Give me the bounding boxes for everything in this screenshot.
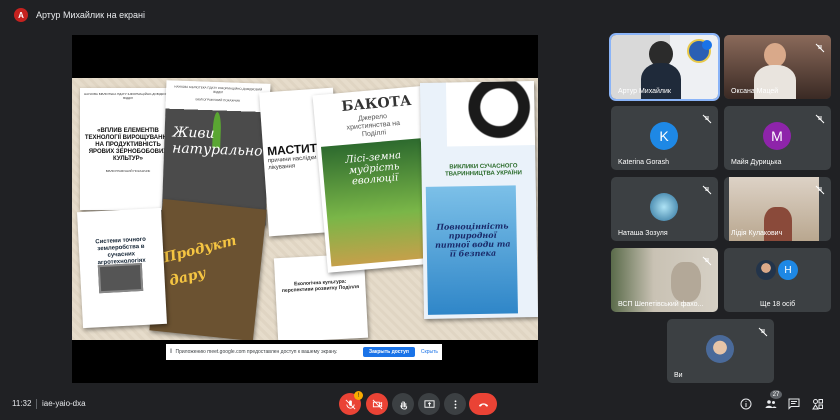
participant-name: Katerina Gorash — [618, 159, 669, 166]
participant-avatar: K — [650, 122, 678, 150]
people-button[interactable] — [765, 397, 779, 411]
shapes-icon — [812, 399, 823, 410]
present-icon — [423, 399, 435, 408]
meeting-info-button[interactable] — [740, 397, 754, 411]
monitor-icon — [97, 262, 144, 294]
participant-name: Оксана Мацей — [731, 88, 779, 95]
camera-toggle-button[interactable] — [366, 393, 388, 415]
book2-header: НАУКОВА БІБЛІОТЕКА ПДАТУ ІНФОРМАЦІЙНО-ДО… — [174, 84, 263, 95]
audio-level-icon — [702, 40, 712, 50]
hide-notice-button[interactable]: Скрыть — [421, 349, 438, 355]
mic-warning-badge: ! — [354, 391, 363, 400]
book-cover-5: ВИКЛИКИ СУЧАСНОГО ТВАРИННИЦТВА УКРАЇНИ П… — [419, 81, 538, 319]
more-vert-icon — [454, 399, 456, 409]
hang-up-icon — [478, 402, 488, 407]
mic-off-icon — [815, 40, 825, 53]
participant-tile-arthur[interactable]: Артур Михайлик — [609, 33, 720, 101]
control-bar: 11:32 iae-yaio-dxa ! 27 — [0, 388, 840, 420]
participant-avatar: M — [763, 122, 791, 150]
chat-icon — [788, 398, 800, 410]
presenter-bar: A Артур Михайлик на екрані — [0, 0, 840, 30]
participant-tile-oksana[interactable]: Оксана Мацей — [724, 35, 831, 99]
chat-button[interactable] — [788, 397, 802, 411]
screen-share-stage[interactable]: НАУКОВА БІБЛІОТЕКА ПДАТУ ІНФОРМАЦІЙНО-ДО… — [72, 35, 538, 383]
meet-window: A Артур Михайлик на екрані НАУКОВА БІБЛІ… — [0, 0, 840, 420]
mic-off-icon — [758, 324, 768, 337]
presenter-avatar: A — [14, 8, 28, 22]
book4-subtitle: Джерело християнства на Поділлі — [346, 113, 401, 139]
book8-title: Екологічна культура: перспективи розвитк… — [281, 278, 360, 295]
participant-name: Майя Дурицька — [731, 159, 782, 166]
participant-tile-katerina[interactable]: K Katerina Gorash — [611, 106, 718, 170]
participant-tile-vsp[interactable]: ВСП Шепетівський фахо... — [611, 248, 718, 312]
raise-hand-button[interactable] — [392, 393, 414, 415]
people-count-badge: 27 — [770, 390, 782, 399]
meeting-code: iae-yaio-dxa — [42, 399, 86, 408]
book1-subtitle: БІБЛІОГРАФІЧНИЙ ПОКАЖЧИК — [105, 169, 151, 173]
mic-off-icon — [815, 182, 825, 195]
mic-off-icon — [702, 253, 712, 266]
participant-name: ВСП Шепетівський фахо... — [618, 301, 704, 308]
hand-icon — [399, 400, 407, 410]
person-head — [764, 43, 786, 67]
pause-icon: ‖ — [170, 349, 173, 355]
book-cover-7: Продукт дару — [149, 198, 267, 340]
share-notice-text: Приложению meet.google.com предоставлен … — [175, 349, 338, 355]
participant-tile-self[interactable]: Ви — [667, 319, 774, 383]
more-avatar-photo — [756, 260, 776, 280]
participant-tile-natasha[interactable]: Наташа Зозуля — [611, 177, 718, 241]
participant-name: Ви — [674, 372, 683, 379]
camera-off-icon — [372, 399, 382, 409]
share-notice-bar: ‖ Приложению meet.google.com предоставле… — [166, 344, 442, 360]
mic-off-icon — [345, 399, 355, 409]
book1-header: НАУКОВА БІБЛІОТЕКА ПДАТУ ІНФОРМАЦІЙНО-ДО… — [84, 92, 172, 100]
participant-avatar — [650, 193, 678, 221]
people-icon — [765, 400, 777, 408]
person-body — [671, 262, 701, 302]
participant-tile-lidia[interactable]: Лідія Кулакович — [724, 177, 831, 241]
participant-name: Лідія Кулакович — [731, 230, 783, 237]
info-icon — [740, 398, 752, 410]
book5-water-title: Повноцінність природної питної води та ї… — [434, 220, 511, 259]
participant-name: Артур Михайлик — [618, 88, 671, 95]
book2-subtitle: БІБЛІОГРАФІЧНИЙ ПОКАЖЧИК — [195, 97, 241, 103]
stop-sharing-button[interactable]: Закрыть доступ — [362, 347, 415, 357]
activities-button[interactable] — [812, 397, 826, 411]
mic-off-icon — [702, 182, 712, 195]
clock: 11:32 — [12, 399, 32, 408]
mic-off-icon — [815, 111, 825, 124]
more-options-button[interactable] — [444, 393, 466, 415]
participant-name: Наташа Зозуля — [618, 230, 668, 237]
mic-off-icon — [702, 111, 712, 124]
presentation-slide: НАУКОВА БІБЛІОТЕКА ПДАТУ ІНФОРМАЦІЙНО-ДО… — [72, 78, 538, 340]
book2-title: Живи натурально — [171, 124, 263, 160]
leave-call-button[interactable] — [469, 393, 497, 415]
book7-title: Продукт дару — [161, 232, 239, 290]
divider — [36, 399, 37, 409]
book-cover-6: Системи точного землеробства в сучасних … — [77, 207, 167, 329]
cow-image — [445, 81, 536, 147]
self-avatar — [706, 335, 734, 363]
present-screen-button[interactable] — [418, 393, 440, 415]
more-participants-label: Ще 18 осіб — [760, 301, 796, 308]
presenter-title: Артур Михайлик на екрані — [36, 10, 146, 20]
participant-tile-maya[interactable]: M Майя Дурицька — [724, 106, 831, 170]
more-avatar-initial: H — [778, 260, 798, 280]
participant-tile-more[interactable]: H Ще 18 осіб — [724, 248, 831, 312]
book1-title: «ВПЛИВ ЕЛЕМЕНТІВ ТЕХНОЛОГІЇ ВИРОЩУВАННЯ … — [84, 128, 172, 162]
book5-title: ВИКЛИКИ СУЧАСНОГО ТВАРИННИЦТВА УКРАЇНИ — [445, 163, 523, 178]
